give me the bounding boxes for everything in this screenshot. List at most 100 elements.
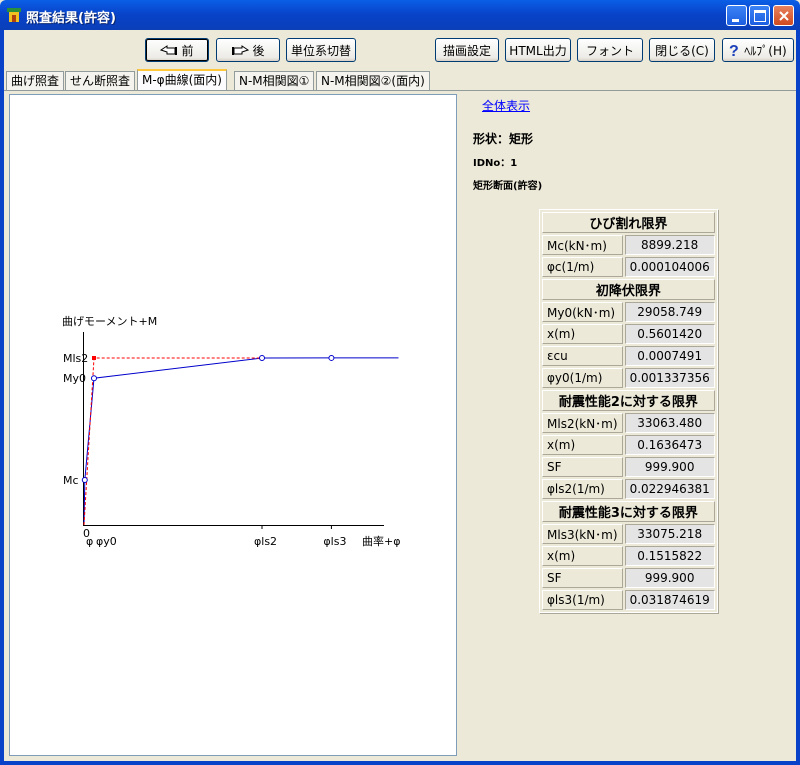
row-value: 999.900	[624, 457, 715, 477]
x-axis-label: 曲率+φ	[362, 534, 400, 548]
tab-nm-diagram-1[interactable]: N-M相関図①	[234, 71, 315, 90]
table-row: Mc(kN･m) 8899.218	[542, 235, 715, 255]
section-header-yield: 初降伏限界	[542, 279, 715, 300]
tab-panel-border	[4, 90, 796, 91]
data-point	[91, 375, 97, 382]
table-row: SF 999.900	[542, 457, 715, 477]
font-button[interactable]: フォント	[577, 38, 643, 62]
m-phi-chart: 曲げモーメント+M 曲率+φ 0 Mls2My0Mc φ φy0 φls2 φls3	[62, 315, 400, 548]
row-value: 0.000104006	[624, 257, 715, 277]
table-row: My0(kN･m) 29058.749	[542, 302, 715, 322]
table-row: φls3(1/m) 0.031874619	[542, 590, 715, 610]
section-header-crack: ひび割れ限界	[542, 212, 715, 233]
minimize-icon	[732, 19, 739, 22]
row-label: x(m)	[542, 324, 623, 344]
pointing-hand-left-icon	[160, 45, 178, 55]
row-label: Mls3(kN･m)	[542, 524, 623, 544]
next-button[interactable]: 後	[216, 38, 280, 62]
series-line-1	[83, 357, 262, 526]
close-icon	[779, 11, 789, 21]
y-axis-label: 曲げモーメント+M	[62, 315, 157, 328]
prev-button[interactable]: 前	[145, 38, 209, 62]
row-value: 33075.218	[624, 524, 715, 544]
table-row: Mls2(kN･m) 33063.480	[542, 413, 715, 433]
row-value: 33063.480	[624, 413, 715, 433]
table-row: SF 999.900	[542, 568, 715, 588]
row-value: 0.1636473	[624, 435, 715, 455]
section-header-perf3: 耐震性能3に対する限界	[542, 501, 715, 522]
title-bar: 照査結果(許容)	[0, 0, 800, 30]
help-question-icon: ?	[729, 43, 739, 58]
row-label: SF	[542, 568, 623, 588]
y-tick-label: Mls2	[63, 352, 88, 365]
data-point	[259, 355, 265, 361]
pointing-hand-right-icon	[232, 45, 250, 55]
tab-shear[interactable]: せん断照査	[65, 71, 136, 90]
series-line-0	[83, 357, 399, 526]
row-label: SF	[542, 457, 623, 477]
row-label: My0(kN･m)	[542, 302, 623, 322]
row-value: 0.022946381	[624, 479, 715, 499]
row-label: Mls2(kN･m)	[542, 413, 623, 433]
table-row: φls2(1/m) 0.022946381	[542, 479, 715, 499]
table-row: Mls3(kN･m) 33075.218	[542, 524, 715, 544]
prev-label: 前	[181, 43, 194, 58]
window-frame-left	[0, 30, 4, 765]
row-label: x(m)	[542, 546, 623, 566]
data-point	[328, 354, 335, 361]
row-value: 0.5601420	[624, 324, 715, 344]
row-label: φls3(1/m)	[542, 590, 623, 610]
tab-m-phi-curve[interactable]: M-φ曲線(面内)	[137, 69, 227, 91]
id-label: IDNo：1	[473, 158, 518, 169]
data-point	[92, 356, 96, 360]
table-row: εcu 0.0007491	[542, 346, 715, 366]
window-frame-bottom	[0, 761, 800, 765]
minimize-button[interactable]	[726, 5, 747, 26]
row-value: 29058.749	[624, 302, 715, 322]
x-tick-label: φ	[86, 535, 93, 548]
row-label: Mc(kN･m)	[542, 235, 623, 255]
section-header-perf2: 耐震性能2に対する限界	[542, 390, 715, 411]
close-button[interactable]: 閉じる(C)	[649, 38, 715, 62]
app-icon	[7, 8, 21, 22]
window-frame-right	[796, 30, 800, 765]
row-value: 0.1515822	[624, 546, 715, 566]
table-row: x(m) 0.1636473	[542, 435, 715, 455]
maximize-button[interactable]	[749, 5, 770, 26]
show-all-link[interactable]: 全体表示	[482, 97, 530, 114]
row-value: 0.031874619	[624, 590, 715, 610]
section-label: 矩形断面(許容)	[473, 181, 543, 192]
help-button[interactable]: ? ﾍﾙﾌﾟ(H)	[722, 38, 794, 62]
row-value: 0.0007491	[624, 346, 715, 366]
help-label: ﾍﾙﾌﾟ(H)	[744, 43, 787, 58]
row-label: φy0(1/m)	[542, 368, 623, 388]
maximize-icon	[754, 10, 766, 22]
table-row: φy0(1/m) 0.001337356	[542, 368, 715, 388]
x-tick-label: φls2	[254, 535, 277, 548]
unit-switch-button[interactable]: 単位系切替	[286, 38, 356, 62]
table-row: x(m) 0.1515822	[542, 546, 715, 566]
window-title: 照査結果(許容)	[26, 11, 116, 26]
row-value: 8899.218	[624, 235, 715, 255]
row-label: φls2(1/m)	[542, 479, 623, 499]
row-value: 0.001337356	[624, 368, 715, 388]
chart-panel: 曲げモーメント+M 曲率+φ 0 Mls2 My0 Mc φ φy0 φls2 φls3	[9, 94, 457, 756]
draw-settings-button[interactable]: 描画設定	[435, 38, 499, 62]
y-tick-label: Mc	[63, 474, 79, 487]
row-value: 999.900	[624, 568, 715, 588]
shape-label: 形状：矩形	[473, 132, 534, 146]
y-tick-label: My0	[63, 372, 86, 385]
row-label: φc(1/m)	[542, 257, 623, 277]
row-label: εcu	[542, 346, 623, 366]
tab-bending[interactable]: 曲げ照査	[6, 71, 65, 90]
results-table: ひび割れ限界 Mc(kN･m) 8899.218 φc(1/m) 0.0001040…	[539, 209, 718, 613]
x-tick-label: φy0	[96, 535, 117, 548]
x-tick-label: φls3	[323, 535, 346, 548]
svg-text:?: ?	[729, 43, 739, 58]
html-output-button[interactable]: HTML出力	[505, 38, 571, 62]
close-window-button[interactable]	[773, 5, 794, 26]
data-point	[81, 477, 88, 484]
table-row: φc(1/m) 0.000104006	[542, 257, 715, 277]
next-label: 後	[252, 43, 265, 58]
tab-nm-diagram-2[interactable]: N-M相関図②(面内)	[316, 71, 430, 90]
